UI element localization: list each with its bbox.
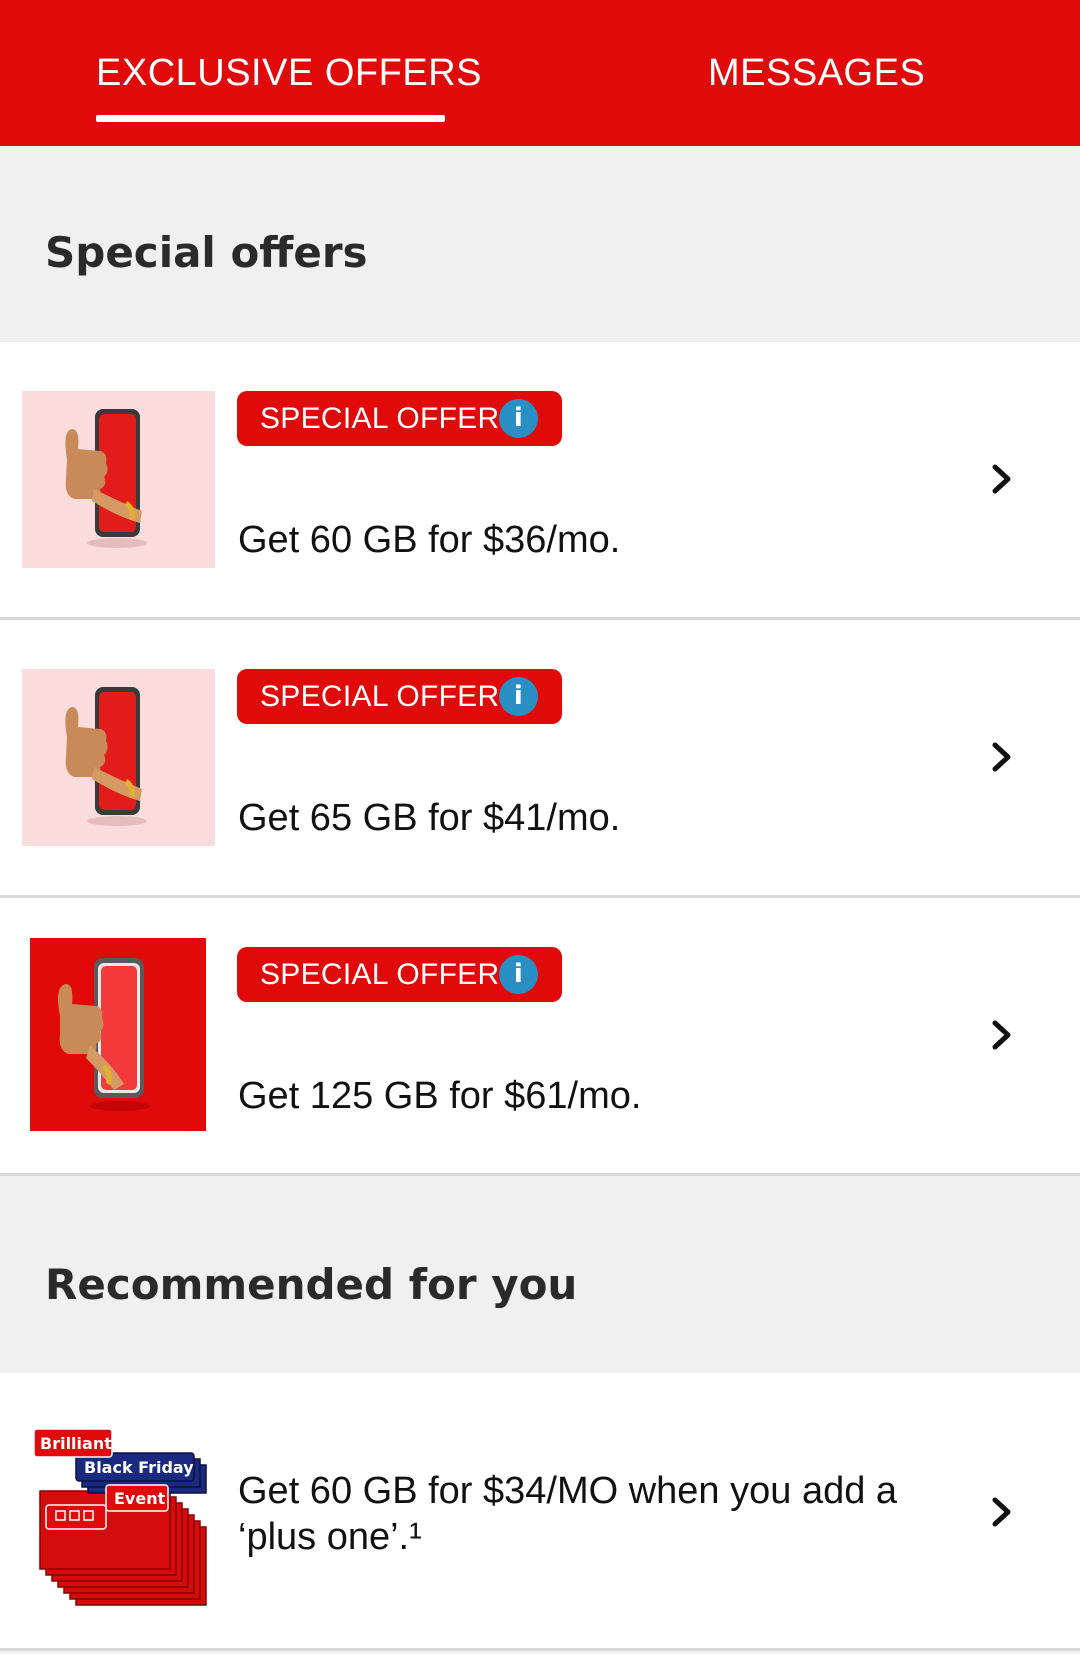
offer-thumbnail — [22, 669, 215, 846]
recommended-description: Get 60 GB for $34/MO when you add a ‘plu… — [238, 1470, 898, 1558]
info-icon[interactable]: i — [499, 399, 538, 438]
offer-card[interactable]: SPECIAL OFFER i Get 60 GB for $36/mo. — [0, 342, 1080, 620]
special-offers-header: Special offers — [0, 146, 1080, 342]
section-title-recommended: Recommended for you — [45, 1260, 578, 1309]
chevron-right-icon — [990, 1495, 1014, 1529]
special-offer-badge: SPECIAL OFFER i — [237, 947, 562, 1002]
black-friday-thumbnail: Brilliant Black Friday Event — [30, 1427, 215, 1607]
thumb-label-event: Event — [114, 1489, 166, 1508]
chevron-right-icon — [990, 1018, 1014, 1052]
badge-label: SPECIAL OFFER — [260, 958, 500, 991]
special-offer-badge: SPECIAL OFFER i — [237, 669, 562, 724]
tab-exclusive-offers[interactable]: EXCLUSIVE OFFERS — [96, 52, 482, 95]
offer-card[interactable]: SPECIAL OFFER i Get 65 GB for $41/mo. — [0, 620, 1080, 898]
recommended-header: Recommended for you — [0, 1176, 1080, 1373]
badge-label: SPECIAL OFFER — [260, 402, 500, 435]
offer-description: Get 60 GB for $36/mo. — [238, 519, 621, 561]
section-title-special-offers: Special offers — [45, 228, 368, 277]
info-icon[interactable]: i — [499, 955, 538, 994]
info-icon[interactable]: i — [499, 677, 538, 716]
thumb-label-black-friday: Black Friday — [84, 1458, 194, 1477]
offer-card[interactable]: SPECIAL OFFER i Get 125 GB for $61/mo. — [0, 898, 1080, 1176]
offer-thumbnail — [22, 391, 215, 568]
offer-description: Get 65 GB for $41/mo. — [238, 797, 621, 839]
top-tab-bar: EXCLUSIVE OFFERS MESSAGES — [0, 0, 1080, 146]
special-offer-badge: SPECIAL OFFER i — [237, 391, 562, 446]
chevron-right-icon — [990, 462, 1014, 496]
offer-thumbnail — [30, 938, 206, 1131]
offer-description: Get 125 GB for $61/mo. — [238, 1075, 642, 1117]
active-tab-indicator — [96, 115, 445, 122]
tab-messages[interactable]: MESSAGES — [708, 52, 925, 95]
thumb-label-brilliant: Brilliant — [40, 1434, 112, 1453]
badge-label: SPECIAL OFFER — [260, 680, 500, 713]
chevron-right-icon — [990, 740, 1014, 774]
